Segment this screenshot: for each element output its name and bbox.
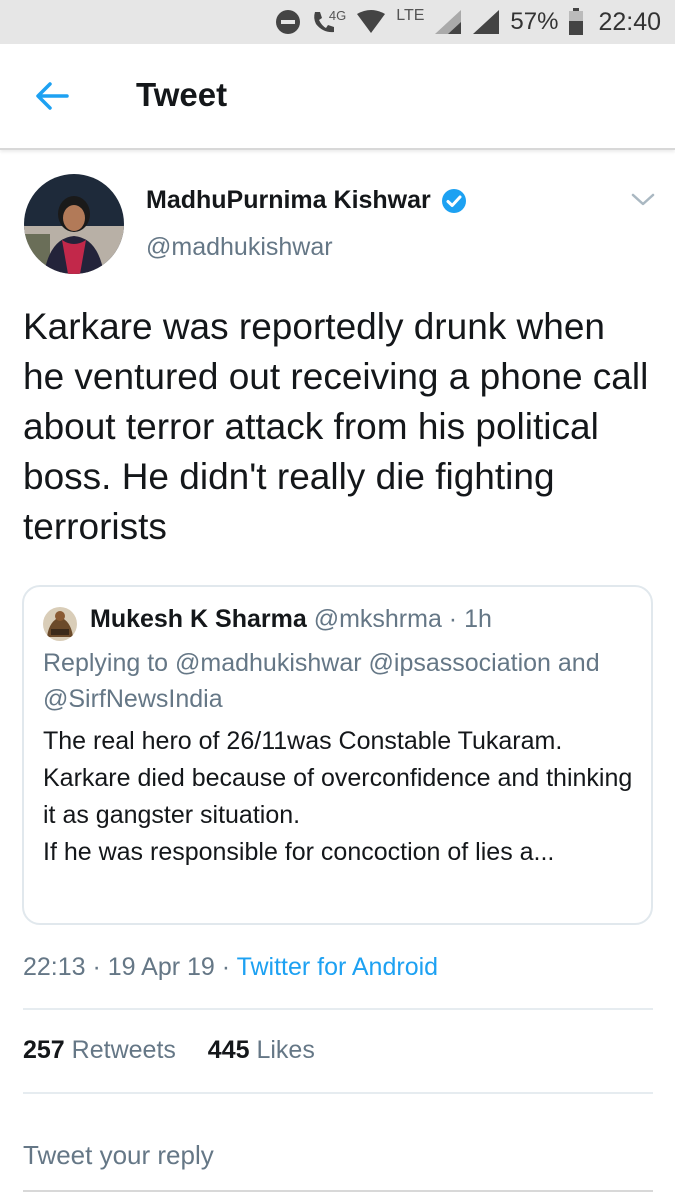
tweet-source-link[interactable]: Twitter for Android [237, 953, 438, 981]
reply-input-underline [23, 1190, 653, 1192]
tweet-timestamp-row: 22:13 · 19 Apr 19 · Twitter for Android [23, 953, 438, 982]
author-avatar[interactable] [24, 174, 124, 274]
top-app-bar: Tweet [0, 44, 675, 150]
retweets-count: 257 [23, 1036, 65, 1064]
author-handle[interactable]: @madhukishwar [146, 233, 333, 262]
signal-icon-2 [472, 9, 500, 35]
volte-call-icon: 4G [311, 7, 347, 35]
clock: 22:40 [598, 7, 661, 36]
quoted-author-avatar [43, 607, 77, 641]
lte-label: LTE [396, 7, 425, 24]
status-bar: 4G LTE 57% 22:40 [0, 0, 675, 44]
back-button[interactable] [32, 76, 72, 116]
likes-count: 445 [207, 1036, 250, 1064]
page-title: Tweet [136, 76, 228, 113]
retweets-label: Retweets [71, 1036, 176, 1064]
quoted-author-name: Mukesh K Sharma [90, 605, 307, 633]
quoted-replying-to: Replying to @madhukishwar @ipsassociatio… [43, 649, 600, 713]
divider [23, 1008, 653, 1010]
quoted-author-row: Mukesh K Sharma @mkshrma · 1h [90, 605, 492, 634]
likes-label: Likes [256, 1036, 315, 1064]
wifi-icon [356, 10, 386, 34]
likes-stat[interactable]: 445 Likes [208, 1036, 315, 1064]
reply-input[interactable]: Tweet your reply [23, 1140, 214, 1171]
battery-icon [568, 8, 584, 36]
quoted-text-line: The real hero of 26/11was Constable Tuka… [43, 727, 563, 755]
author-name-row[interactable]: MadhuPurnima Kishwar [146, 186, 467, 215]
signal-icon-1 [434, 9, 462, 35]
quoted-tweet-card[interactable]: Mukesh K Sharma @mkshrma · 1h Replying t… [22, 585, 653, 925]
battery-percent: 57% [510, 8, 559, 35]
do-not-disturb-icon [275, 9, 301, 35]
tweet-stats: 257 Retweets 445 Likes [23, 1036, 315, 1065]
divider [23, 1092, 653, 1094]
tweet-timestamp: 22:13 · 19 Apr 19 · [23, 953, 237, 981]
retweets-stat[interactable]: 257 Retweets [23, 1036, 183, 1064]
verified-badge-icon [441, 188, 467, 214]
back-arrow-icon [36, 82, 69, 110]
tweet-text: Karkare was reportedly drunk when he ven… [23, 306, 649, 547]
network-4g-label: 4G [328, 7, 347, 23]
quoted-tweet-text: The real hero of 26/11was Constable Tuka… [43, 723, 643, 871]
quoted-author-meta: @mkshrma · 1h [313, 605, 492, 633]
author-name: MadhuPurnima Kishwar [146, 186, 431, 214]
quoted-text-line: Karkare died because of overconfidence a… [43, 764, 633, 829]
tweet-menu-chevron-down-icon[interactable] [630, 190, 656, 210]
quoted-text-line: If he was responsible for concoction of … [43, 838, 555, 866]
